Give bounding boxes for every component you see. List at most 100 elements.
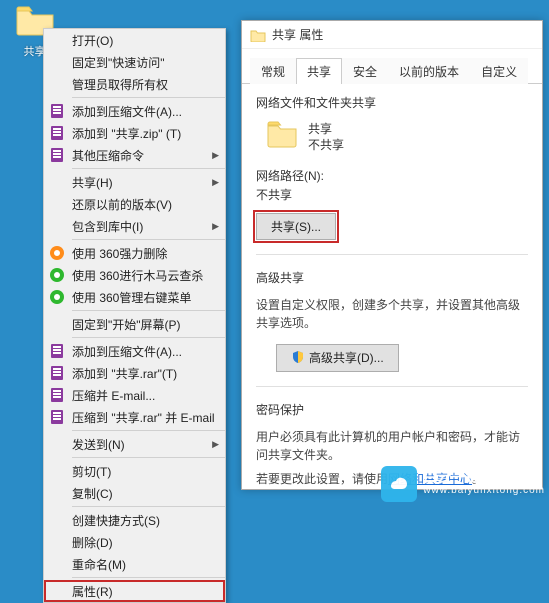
blank-icon bbox=[48, 512, 66, 528]
menu-separator bbox=[72, 239, 225, 240]
title-bar[interactable]: 共享 属性 bbox=[242, 21, 542, 49]
share-button[interactable]: 共享(S)... bbox=[256, 213, 336, 240]
rar-icon bbox=[48, 103, 66, 119]
menu-item-label: 添加到压缩文件(A)... bbox=[72, 103, 219, 120]
blank-icon bbox=[48, 583, 66, 599]
menu-item-360scan[interactable]: 使用 360进行木马云查杀 bbox=[44, 264, 225, 286]
menu-item-pin[interactable]: 固定到"快速访问" bbox=[44, 51, 225, 73]
menu-item-label: 添加到 "共享.zip" (T) bbox=[72, 125, 219, 142]
menu-item-raremail2[interactable]: 压缩到 "共享.rar" 并 E-mail bbox=[44, 406, 225, 428]
section-adv-title: 高级共享 bbox=[256, 269, 528, 286]
submenu-arrow-icon: ▶ bbox=[212, 150, 219, 161]
menu-item-label: 打开(O) bbox=[72, 32, 219, 49]
watermark-title: 白云一键重装系统 bbox=[423, 470, 545, 484]
menu-item-cut[interactable]: 剪切(T) bbox=[44, 460, 225, 482]
rar-icon bbox=[48, 125, 66, 141]
360green-icon bbox=[48, 267, 66, 283]
menu-item-label: 压缩并 E-mail... bbox=[72, 387, 219, 404]
advanced-share-button[interactable]: 高级共享(D)... bbox=[276, 344, 399, 372]
menu-item-otherzip[interactable]: 其他压缩命令▶ bbox=[44, 144, 225, 166]
menu-item-rename[interactable]: 重命名(M) bbox=[44, 553, 225, 575]
blank-icon bbox=[48, 32, 66, 48]
menu-item-label: 创建快捷方式(S) bbox=[72, 512, 219, 529]
menu-item-shortcut[interactable]: 创建快捷方式(S) bbox=[44, 509, 225, 531]
tab-security[interactable]: 安全 bbox=[342, 58, 388, 84]
blank-icon bbox=[48, 534, 66, 550]
pwd-desc-1: 用户必须具有此计算机的用户帐户和密码，才能访问共享文件夹。 bbox=[256, 428, 528, 464]
menu-item-label: 复制(C) bbox=[72, 485, 219, 502]
divider bbox=[256, 386, 528, 387]
menu-item-label: 使用 360管理右键菜单 bbox=[72, 289, 219, 306]
menu-separator bbox=[72, 430, 225, 431]
menu-item-label: 固定到"快速访问" bbox=[72, 54, 219, 71]
menu-item-addzipT[interactable]: 添加到 "共享.zip" (T) bbox=[44, 122, 225, 144]
menu-separator bbox=[72, 506, 225, 507]
submenu-arrow-icon: ▶ bbox=[212, 177, 219, 188]
rar-icon bbox=[48, 365, 66, 381]
blank-icon bbox=[48, 196, 66, 212]
tab-previous-versions[interactable]: 以前的版本 bbox=[388, 58, 470, 84]
tab-body: 网络文件和文件夹共享 共享 不共享 网络路径(N): 不共享 共享(S)... … bbox=[242, 84, 542, 498]
adv-desc: 设置自定义权限，创建多个共享，并设置其他高级共享选项。 bbox=[256, 296, 528, 332]
blank-icon bbox=[48, 316, 66, 332]
menu-item-label: 使用 360进行木马云查杀 bbox=[72, 267, 219, 284]
blank-icon bbox=[48, 436, 66, 452]
menu-item-admin[interactable]: 管理员取得所有权 bbox=[44, 73, 225, 95]
rar-icon bbox=[48, 343, 66, 359]
menu-item-open[interactable]: 打开(O) bbox=[44, 29, 225, 51]
blank-icon bbox=[48, 218, 66, 234]
folder-icon bbox=[250, 28, 266, 42]
360orange-icon bbox=[48, 245, 66, 261]
network-path-label: 网络路径(N): bbox=[256, 167, 528, 184]
menu-item-label: 重命名(M) bbox=[72, 556, 219, 573]
blank-icon bbox=[48, 174, 66, 190]
menu-item-label: 共享(H) bbox=[72, 174, 212, 191]
menu-separator bbox=[72, 97, 225, 98]
menu-item-prevver[interactable]: 还原以前的版本(V) bbox=[44, 193, 225, 215]
tab-custom[interactable]: 自定义 bbox=[470, 58, 528, 84]
menu-item-label: 添加到 "共享.rar"(T) bbox=[72, 365, 219, 382]
menu-item-properties[interactable]: 属性(R) bbox=[44, 580, 225, 602]
menu-item-360menu[interactable]: 使用 360管理右键菜单 bbox=[44, 286, 225, 308]
menu-item-label: 使用 360强力删除 bbox=[72, 245, 219, 262]
tab-general[interactable]: 常规 bbox=[250, 58, 296, 84]
menu-item-label: 固定到"开始"屏幕(P) bbox=[72, 316, 219, 333]
menu-item-label: 压缩到 "共享.rar" 并 E-mail bbox=[72, 409, 219, 426]
menu-item-addzipA[interactable]: 添加到压缩文件(A)... bbox=[44, 100, 225, 122]
submenu-arrow-icon: ▶ bbox=[212, 221, 219, 232]
section-network-share-title: 网络文件和文件夹共享 bbox=[256, 94, 528, 111]
menu-separator bbox=[72, 577, 225, 578]
menu-item-pinstart[interactable]: 固定到"开始"屏幕(P) bbox=[44, 313, 225, 335]
rar-icon bbox=[48, 147, 66, 163]
menu-item-rarA[interactable]: 添加到压缩文件(A)... bbox=[44, 340, 225, 362]
menu-separator bbox=[72, 168, 225, 169]
watermark: 白云一键重装系统 www.baiyunxitong.com bbox=[381, 466, 545, 502]
watermark-url: www.baiyunxitong.com bbox=[423, 484, 545, 498]
blank-icon bbox=[48, 463, 66, 479]
menu-item-label: 删除(D) bbox=[72, 534, 219, 551]
folder-name: 共享 bbox=[308, 121, 344, 137]
shield-icon bbox=[291, 350, 305, 367]
menu-item-label: 添加到压缩文件(A)... bbox=[72, 343, 219, 360]
menu-item-label: 还原以前的版本(V) bbox=[72, 196, 219, 213]
blank-icon bbox=[48, 76, 66, 92]
menu-item-label: 管理员取得所有权 bbox=[72, 76, 219, 93]
folder-icon bbox=[266, 121, 298, 149]
menu-item-copy[interactable]: 复制(C) bbox=[44, 482, 225, 504]
menu-item-label: 包含到库中(I) bbox=[72, 218, 212, 235]
menu-item-sendto[interactable]: 发送到(N)▶ bbox=[44, 433, 225, 455]
menu-item-label: 其他压缩命令 bbox=[72, 147, 212, 164]
menu-item-raremail[interactable]: 压缩并 E-mail... bbox=[44, 384, 225, 406]
blank-icon bbox=[48, 485, 66, 501]
menu-separator bbox=[72, 337, 225, 338]
menu-item-360force[interactable]: 使用 360强力删除 bbox=[44, 242, 225, 264]
menu-item-include[interactable]: 包含到库中(I)▶ bbox=[44, 215, 225, 237]
menu-item-rarT[interactable]: 添加到 "共享.rar"(T) bbox=[44, 362, 225, 384]
properties-dialog: 共享 属性 常规 共享 安全 以前的版本 自定义 网络文件和文件夹共享 共享 不… bbox=[241, 20, 543, 490]
tab-sharing[interactable]: 共享 bbox=[296, 58, 342, 84]
menu-item-share[interactable]: 共享(H)▶ bbox=[44, 171, 225, 193]
menu-separator bbox=[72, 457, 225, 458]
share-state: 不共享 bbox=[308, 137, 344, 153]
menu-item-delete[interactable]: 删除(D) bbox=[44, 531, 225, 553]
menu-item-label: 属性(R) bbox=[72, 583, 219, 600]
